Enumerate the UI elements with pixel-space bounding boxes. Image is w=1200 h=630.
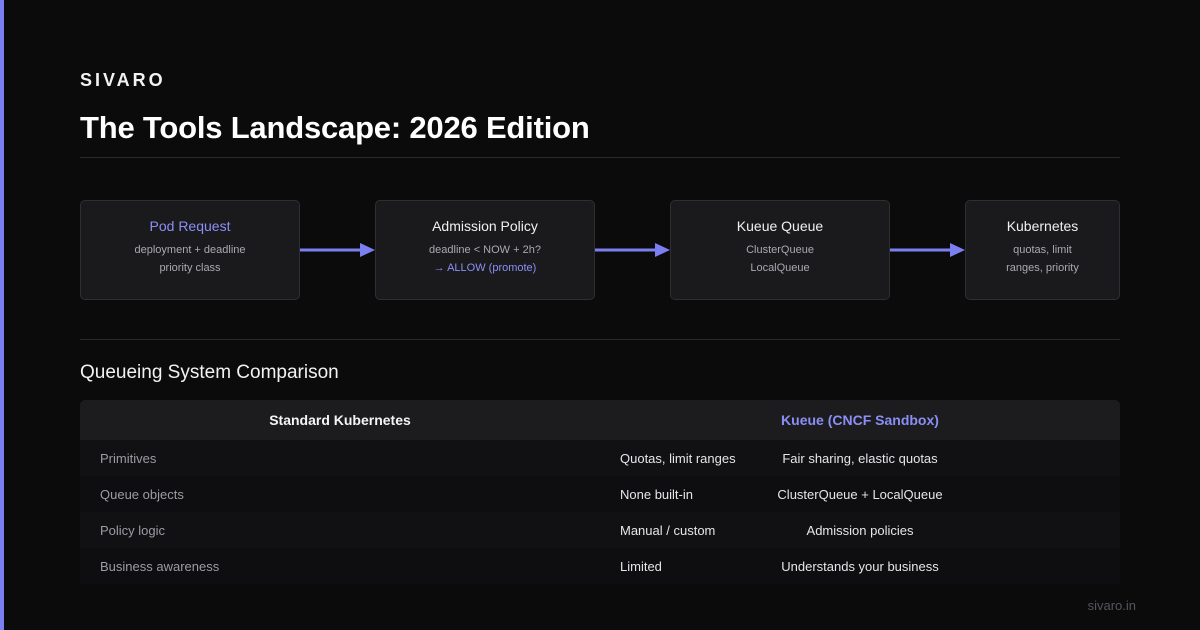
section-divider	[80, 339, 1120, 340]
accent-bar	[0, 0, 4, 630]
flow-arrow-icon	[300, 243, 375, 257]
flow-node-line: LocalQueue	[750, 262, 810, 274]
cell-kueue: Admission policies	[806, 522, 914, 538]
flow-node-kueue-queue: Kueue Queue ClusterQueue LocalQueue	[670, 200, 890, 300]
flow-node-line: ranges, priority	[1006, 262, 1079, 274]
flow-node-pod-request: Pod Request deployment + deadline priori…	[80, 200, 300, 300]
table-row: Policy logic Manual / custom Admission p…	[80, 512, 1120, 548]
row-label: Business awareness	[100, 558, 220, 574]
footer-url: sivaro.in	[1087, 598, 1136, 613]
cell-kueue: Understands your business	[781, 558, 939, 574]
brand-logo: SIVARO	[80, 70, 166, 90]
flow-node-line: → ALLOW (promote)	[433, 262, 537, 274]
flow-arrow-icon	[595, 243, 670, 257]
column-header-standard: Standard Kubernetes	[80, 400, 600, 440]
flow-node-line: priority class	[159, 262, 221, 274]
flow-node-line: quotas, limit	[1013, 244, 1072, 256]
cell-kueue: ClusterQueue + LocalQueue	[777, 486, 943, 502]
flow-node-title: Admission Policy	[432, 218, 538, 234]
flow-arrow-icon	[890, 243, 965, 257]
comparison-table: Standard Kubernetes Kueue (CNCF Sandbox)…	[80, 400, 1120, 584]
flow-node-line: deadline < NOW + 2h?	[429, 244, 541, 256]
table-header: Standard Kubernetes Kueue (CNCF Sandbox)	[80, 400, 1120, 440]
flow-node-line: ClusterQueue	[746, 244, 814, 256]
table-row: Business awareness Limited Understands y…	[80, 548, 1120, 584]
column-header-kueue: Kueue (CNCF Sandbox)	[600, 400, 1120, 440]
flow-node-admission-policy: Admission Policy deadline < NOW + 2h? → …	[375, 200, 595, 300]
flow-node-title: Kueue Queue	[736, 218, 824, 234]
flow-node-line: deployment + deadline	[134, 244, 246, 256]
row-label: Primitives	[100, 450, 157, 466]
cell-standard: Manual / custom	[620, 522, 716, 538]
cell-standard: Quotas, limit ranges	[620, 450, 736, 466]
row-label: Queue objects	[100, 486, 184, 502]
row-label: Policy logic	[100, 522, 166, 538]
flow-node-title: Pod Request	[149, 218, 231, 234]
section-title: Queueing System Comparison	[80, 362, 339, 383]
table-row: Primitives Quotas, limit ranges Fair sha…	[80, 440, 1120, 476]
flow-node-kubernetes: Kubernetes quotas, limit ranges, priorit…	[965, 200, 1120, 300]
cell-standard: Limited	[620, 558, 662, 574]
cell-standard: None built-in	[620, 486, 693, 502]
flow-node-title: Kubernetes	[1006, 218, 1079, 234]
title-divider	[80, 157, 1120, 158]
cell-kueue: Fair sharing, elastic quotas	[782, 450, 938, 466]
page-title: The Tools Landscape: 2026 Edition	[80, 110, 590, 145]
table-row: Queue objects None built-in ClusterQueue…	[80, 476, 1120, 512]
